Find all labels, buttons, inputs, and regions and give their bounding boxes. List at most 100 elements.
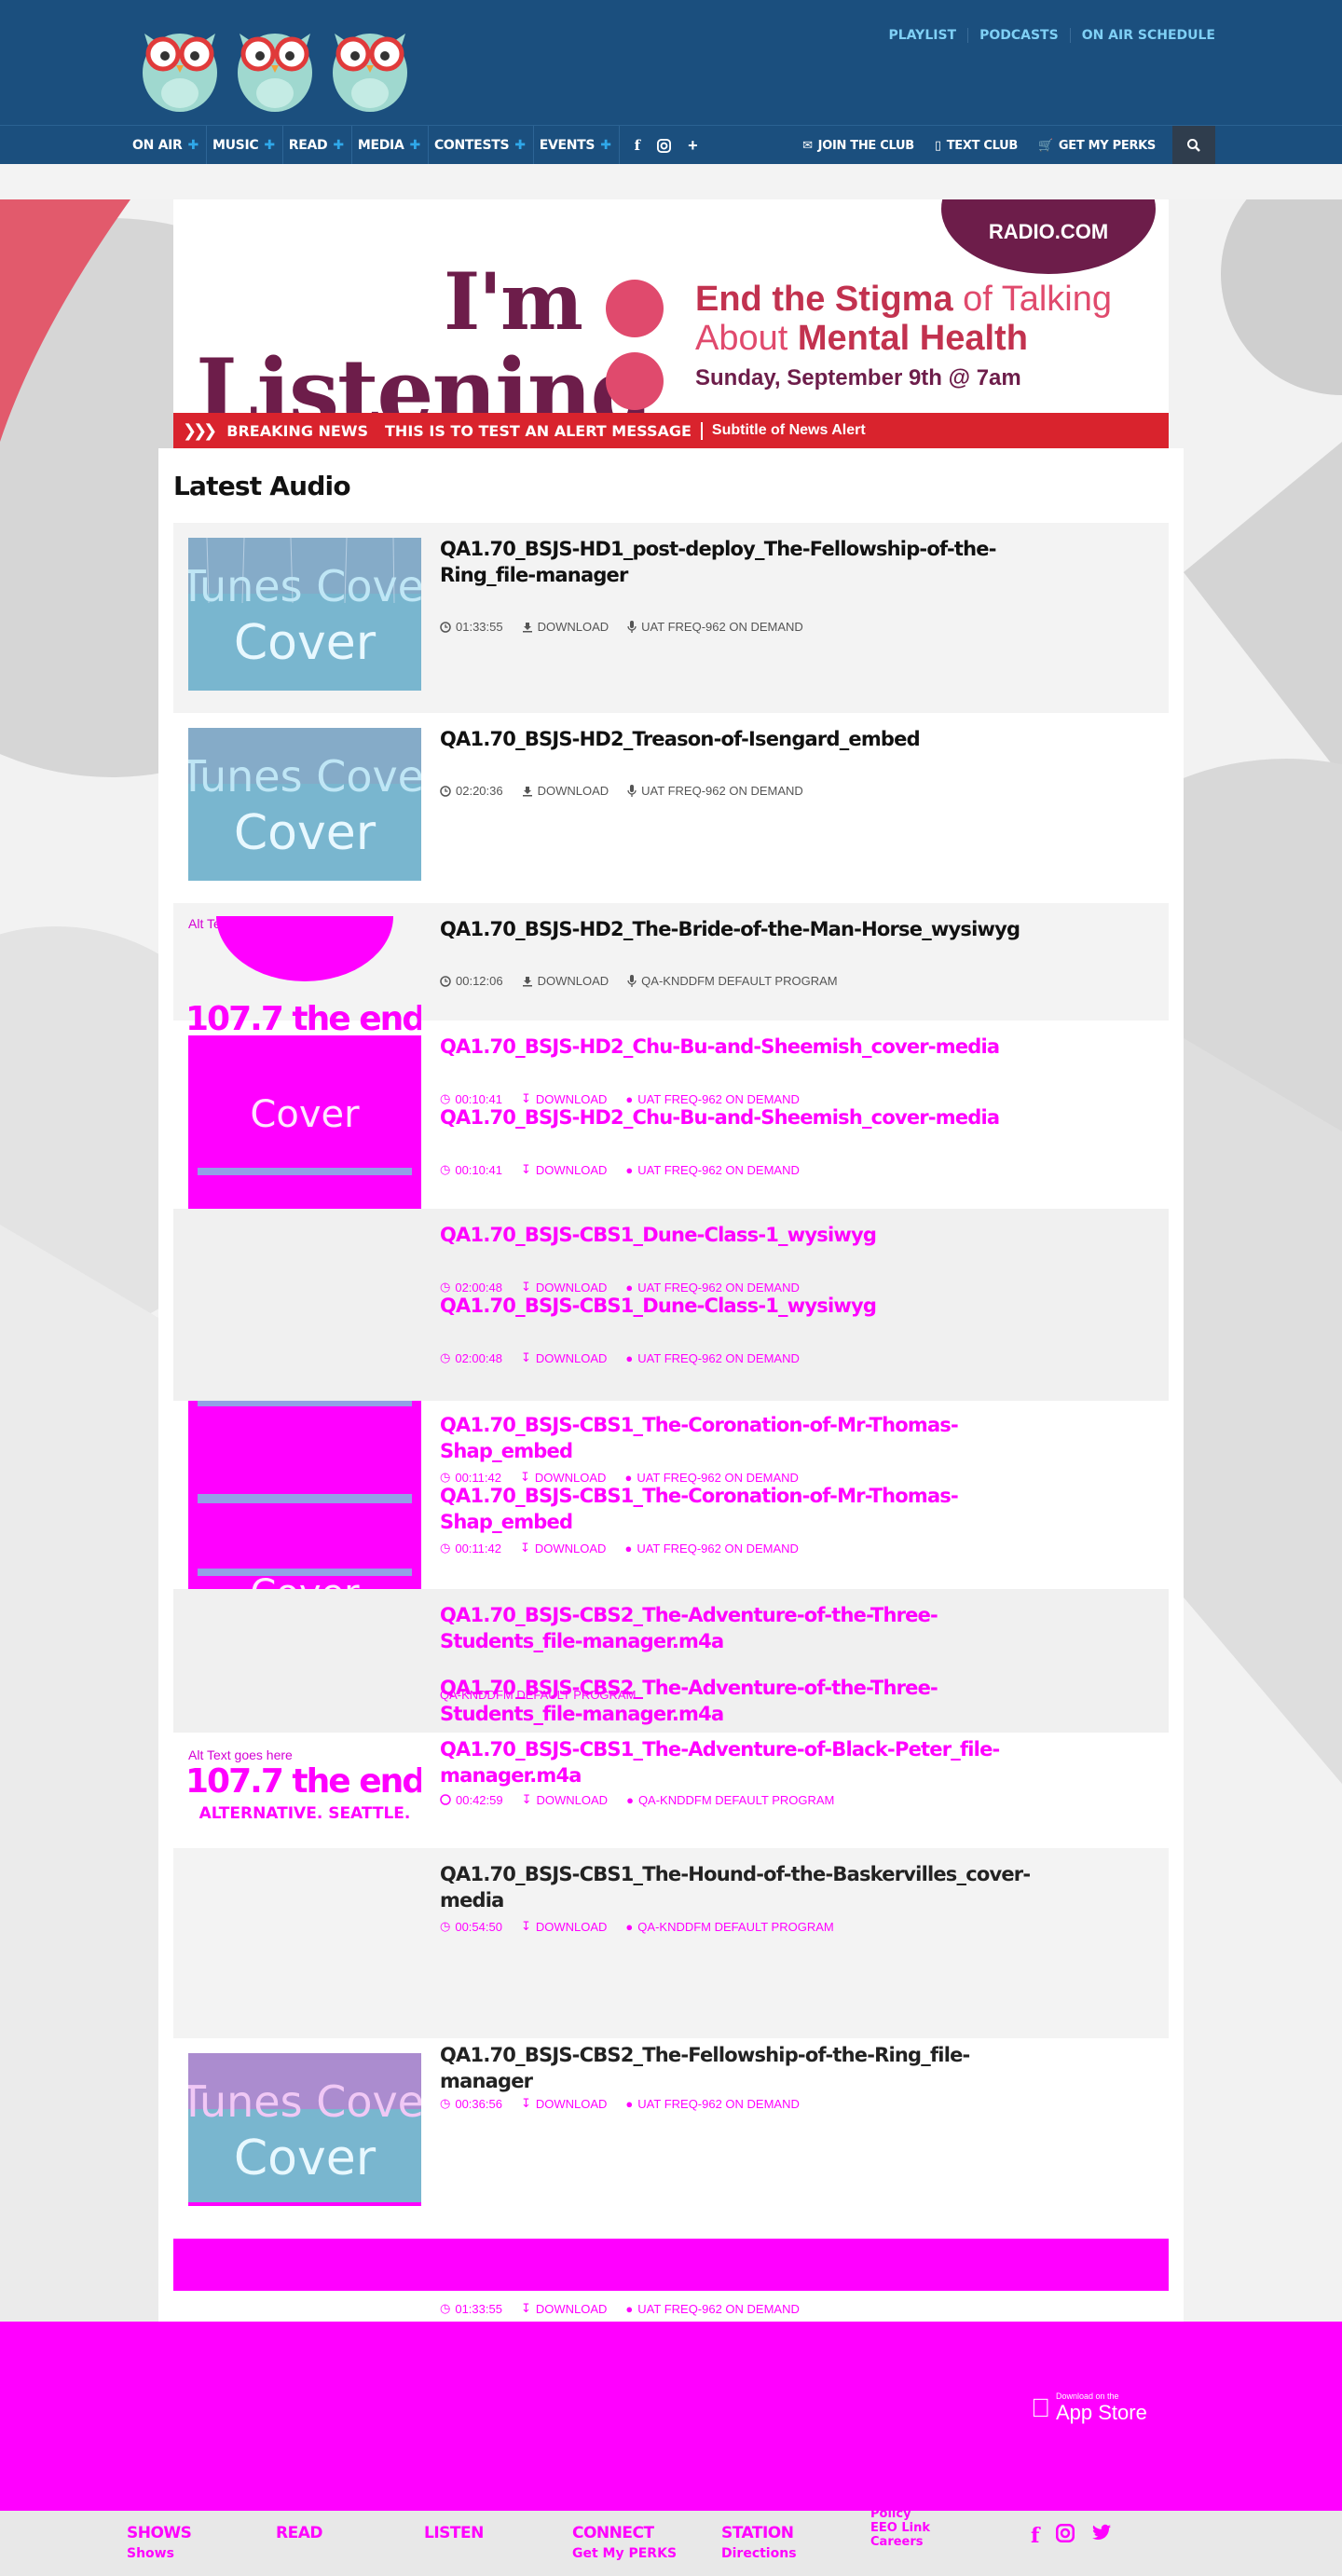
audio-title[interactable]: QA1.70_BSJS-HD2_The-Bride-of-the-Man-Hor… — [440, 916, 1036, 942]
nav-item-events[interactable]: EVENTS ✚ — [534, 126, 620, 165]
program-link[interactable]: QA-KNDDFM DEFAULT PROGRAM — [627, 974, 838, 988]
nav-social: f + — [620, 136, 698, 156]
get-my-perks-button[interactable]: 🛒 GET MY PERKS — [1038, 139, 1156, 153]
on-air-schedule-link[interactable]: ON AIR SCHEDULE — [1071, 28, 1215, 43]
podcasts-link[interactable]: PODCASTS — [968, 28, 1071, 43]
download-icon — [522, 622, 532, 632]
program-link[interactable]: ● UAT FREQ-962 ON DEMAND — [625, 2302, 799, 2316]
audio-item[interactable]: QA1.70_BSJS-CBS2_The-Adventure-of-the-Th… — [173, 1589, 1169, 1733]
audio-meta-duplicate: ◷ 00:11:42 ↧ DOWNLOAD ● UAT FREQ-962 ON DEM… — [440, 1541, 799, 1555]
duration: ◷ 00:11:42 — [440, 1541, 501, 1555]
site-header: PLAYLIST PODCASTS ON AIR SCHEDULE — [0, 0, 1342, 125]
program-link[interactable]: ● UAT FREQ-962 ON DEMAND — [625, 2097, 799, 2111]
nav-label: CONTESTS — [433, 138, 510, 153]
banner-headline-1: End the Stigma of Talking — [695, 280, 1112, 319]
audio-meta: 01:33:55 DOWNLOAD UAT FREQ-962 ON DEMAND — [440, 620, 803, 634]
program-link[interactable]: QA-KNDDFM DEFAULT PROGRAM — [440, 1688, 636, 1702]
footer-link[interactable]: Shows — [127, 2546, 191, 2561]
duration: 01:33:55 — [440, 620, 503, 634]
audio-title[interactable]: QA1.70_BSJS-HD2_Treason-of-Isengard_embe… — [440, 726, 1036, 752]
audio-title[interactable]: QA1.70_BSJS-CBS1_The-Coronation-of-Mr-Th… — [440, 1412, 1036, 1464]
audio-title[interactable]: QA1.70_BSJS-CBS1_The-Hound-of-the-Basker… — [440, 1861, 1036, 1913]
download-link[interactable]: ↧ DOWNLOAD — [521, 2096, 607, 2111]
footer-col-shows: SHOWS Shows — [127, 2524, 192, 2561]
itunes-cover-thumbnail[interactable]: iTunes Cover Cover — [188, 728, 421, 881]
svg-text:iTunes Cover: iTunes Cover — [188, 2076, 421, 2127]
audio-item[interactable]: QA1.70_BSJS-CBS1_The-Hound-of-the-Basker… — [173, 1848, 1169, 2038]
join-the-club-button[interactable]: ✉ JOIN THE CLUB — [802, 139, 914, 153]
program-link: ● UAT FREQ-962 ON DEMAND — [625, 1350, 800, 1365]
download-link[interactable]: ↧ DOWNLOAD — [521, 1919, 607, 1934]
search-button[interactable] — [1172, 126, 1215, 165]
twitter-icon[interactable] — [1091, 2524, 1112, 2542]
microphone-icon — [627, 621, 637, 633]
nav-item-read[interactable]: READ ✚ — [283, 126, 352, 165]
audio-item[interactable]: QA1.70_BSJS-CBS1_The-Coronation-of-Mr-Th… — [173, 1399, 1169, 1591]
audio-item[interactable]: QA1.70_BSJS-HD2_Chu-Bu-and-Sheemish_cove… — [173, 1021, 1169, 1213]
footer-col-station: STATION Directions — [721, 2524, 797, 2561]
facebook-icon[interactable]: f — [635, 137, 640, 154]
nav-item-media[interactable]: MEDIA ✚ — [352, 126, 429, 165]
audio-item[interactable]: iTunes Cover Cover QA1.70_BSJS-CBS2_The-… — [173, 2038, 1169, 2228]
clock-icon — [440, 975, 451, 987]
footer-heading: CONNECT — [572, 2524, 654, 2542]
colon-dot — [606, 280, 664, 337]
breaking-news-bar[interactable]: ❯❯❯ BREAKING NEWS THIS IS TO TEST AN ALE… — [173, 413, 1169, 448]
download-link[interactable]: ↧ DOWNLOAD — [522, 1792, 608, 1807]
nav-item-on-air[interactable]: ON AIR ✚ — [127, 126, 207, 165]
app-store-small: Download on the — [1036, 2391, 1119, 2401]
footer-link[interactable]: Policy — [870, 2507, 930, 2521]
footer-link[interactable]: Get My PERKS — [572, 2546, 677, 2561]
more-plus-icon[interactable]: + — [688, 136, 698, 156]
nav-label: ON AIR — [132, 138, 183, 153]
facebook-icon[interactable]: f — [1031, 2524, 1039, 2548]
audio-meta: 00:12:06 DOWNLOAD QA-KNDDFM DEFAULT PROG… — [440, 974, 838, 988]
subnav-strip — [0, 164, 1342, 199]
audio-title[interactable]: QA1.70_BSJS-CBS2_The-Adventure-of-the-Th… — [440, 1602, 1036, 1654]
audio-meta-duplicate: ◷ 00:10:41 ↧ DOWNLOAD ● UAT FREQ-962 ON DEM… — [440, 1162, 800, 1177]
download-link[interactable]: DOWNLOAD — [522, 974, 609, 988]
main-nav: ON AIR ✚ MUSIC ✚ READ ✚ MEDIA ✚ CONTESTS ✚ EV… — [0, 125, 1342, 165]
text-label: TEXT CLUB — [946, 138, 1019, 153]
playlist-link[interactable]: PLAYLIST — [878, 28, 969, 43]
text-club-button[interactable]: ▯ TEXT CLUB — [935, 139, 1018, 153]
download-link[interactable]: DOWNLOAD — [522, 620, 609, 634]
instagram-icon[interactable] — [657, 138, 672, 153]
download-link[interactable]: DOWNLOAD — [522, 784, 609, 798]
radio-com-logo: RADIO.COM — [941, 199, 1156, 274]
audio-item[interactable]: iTunes Cover Cover QA1.70_BSJS-HD2_Treas… — [173, 713, 1169, 903]
audio-item[interactable]: iTunes Cover Cover QA1.70_BSJS-HD1_post-… — [173, 523, 1169, 713]
audio-title[interactable]: QA1.70_BSJS-CBS1_Dune-Class-1_wysiwyg — [440, 1222, 1036, 1248]
itunes-cover-thumbnail[interactable]: iTunes Cover Cover — [188, 538, 421, 691]
program-link[interactable]: ● QA-KNDDFM DEFAULT PROGRAM — [626, 1793, 834, 1807]
nav-label: MEDIA — [357, 138, 404, 153]
nav-item-music[interactable]: MUSIC ✚ — [207, 126, 283, 165]
download-link[interactable]: ↧ DOWNLOAD — [521, 2301, 607, 2316]
breaking-message[interactable]: THIS IS TO TEST AN ALERT MESSAGE — [385, 421, 703, 440]
footer-link[interactable]: Careers — [870, 2535, 930, 2549]
nav-item-contests[interactable]: CONTESTS ✚ — [429, 126, 534, 165]
program-link[interactable]: ● QA-KNDDFM DEFAULT PROGRAM — [625, 1920, 833, 1934]
program-link[interactable]: UAT FREQ-962 ON DEMAND — [627, 784, 803, 798]
audio-title[interactable]: QA1.70_BSJS-HD2_Chu-Bu-and-Sheemish_cove… — [440, 1034, 1036, 1060]
audio-item[interactable]: QA1.70_BSJS-CBS1_The-Adventure-of-Black-… — [173, 1733, 1169, 1848]
footer-link[interactable]: Directions — [721, 2546, 797, 2561]
audio-title[interactable]: QA1.70_BSJS-CBS2_The-Fellowship-of-the-R… — [440, 2042, 1036, 2094]
audio-title[interactable]: QA1.70_BSJS-CBS1_The-Adventure-of-Black-… — [440, 1736, 1036, 1788]
site-footer: SHOWS Shows READ LISTEN CONNECT Get My P… — [0, 2507, 1342, 2576]
glitched-audio-item[interactable] — [173, 2239, 1169, 2291]
program-link[interactable]: UAT FREQ-962 ON DEMAND — [627, 620, 803, 634]
chevrons-icon: ❯❯❯ — [183, 420, 217, 441]
footer-link[interactable]: EEO Link — [870, 2521, 930, 2535]
perks-label: GET MY PERKS — [1058, 138, 1156, 153]
station-logo[interactable] — [135, 13, 415, 116]
download-link: ↧ DOWNLOAD — [520, 1162, 608, 1177]
audio-title-duplicate: QA1.70_BSJS-HD2_Chu-Bu-and-Sheemish_cove… — [440, 1106, 1000, 1129]
nav-label: EVENTS — [539, 138, 596, 153]
itunes-cover-thumbnail[interactable]: iTunes Cover Cover — [188, 2053, 421, 2206]
ad-banner[interactable]: RADIO.COM I'm Listening End the Stigma o… — [173, 199, 1169, 414]
audio-item[interactable]: QA1.70_BSJS-CBS1_Dune-Class-1_wysiwyg ◷ 0… — [173, 1209, 1169, 1401]
instagram-icon[interactable] — [1056, 2524, 1075, 2542]
audio-title[interactable]: QA1.70_BSJS-HD1_post-deploy_The-Fellowsh… — [440, 536, 1036, 588]
app-store-badge[interactable]:  Download on theApp Store — [1031, 2391, 1147, 2425]
